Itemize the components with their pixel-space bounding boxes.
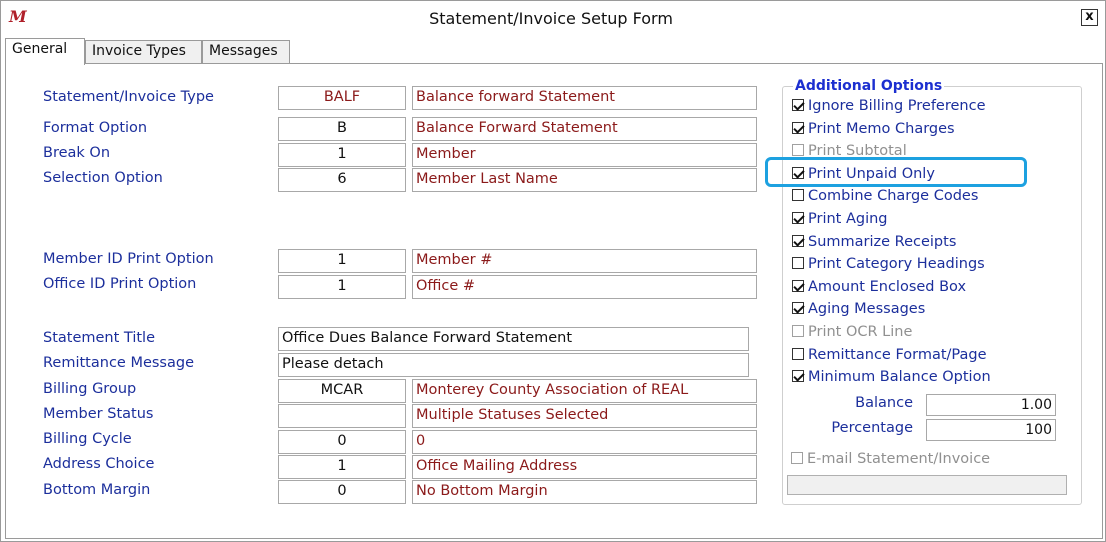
tab-invoice-types[interactable]: Invoice Types xyxy=(85,40,202,64)
email-address-input[interactable] xyxy=(787,475,1067,495)
member-id-print-description: Member # xyxy=(412,249,757,273)
percentage-input[interactable]: 100 xyxy=(926,419,1056,441)
member-id-print-label: Member ID Print Option xyxy=(43,251,214,267)
amount-enclosed-box-checkbox[interactable]: Amount Enclosed Box xyxy=(792,279,966,295)
member-status-label: Member Status xyxy=(43,406,154,422)
highlight-outline xyxy=(765,157,1027,187)
ignore-billing-preference-checkbox[interactable]: Ignore Billing Preference xyxy=(792,98,986,114)
checked-checkbox-icon xyxy=(792,99,804,111)
remittance-message-input[interactable]: Please detach xyxy=(278,353,749,377)
combine-charge-codes-checkbox[interactable]: Combine Charge Codes xyxy=(792,188,978,204)
aging-messages-label: Aging Messages xyxy=(808,301,926,318)
balance-label: Balance xyxy=(855,395,913,411)
minimum-balance-option-checkbox[interactable]: Minimum Balance Option xyxy=(792,369,991,385)
print-category-headings-label: Print Category Headings xyxy=(808,256,985,273)
tab-general[interactable]: General xyxy=(5,38,85,65)
checkbox-icon xyxy=(792,347,804,360)
additional-options-title: Additional Options xyxy=(793,78,945,94)
format-option-label: Format Option xyxy=(43,120,148,136)
statement-type-label: Statement/Invoice Type xyxy=(43,89,214,105)
checked-checkbox-icon xyxy=(792,212,804,224)
print-ocr-line-checkbox[interactable]: Print OCR Line xyxy=(792,324,912,340)
email-statement-checkbox[interactable]: E-mail Statement/Invoice xyxy=(791,451,990,467)
format-option-input[interactable]: B xyxy=(278,117,406,141)
checkbox-icon xyxy=(792,325,804,337)
combine-charge-codes-label: Combine Charge Codes xyxy=(808,188,979,205)
checkbox-icon xyxy=(792,144,804,157)
checked-checkbox-icon xyxy=(792,302,804,315)
print-category-headings-checkbox[interactable]: Print Category Headings xyxy=(792,256,985,272)
title-bar: M Statement/Invoice Setup Form x xyxy=(1,1,1105,37)
summarize-receipts-label: Summarize Receipts xyxy=(808,233,957,250)
checked-checkbox-icon xyxy=(792,279,804,292)
office-id-print-label: Office ID Print Option xyxy=(43,276,197,292)
billing-cycle-description: 0 xyxy=(412,430,757,454)
selection-option-label: Selection Option xyxy=(43,170,163,186)
setup-form-window: M Statement/Invoice Setup Form x General… xyxy=(0,0,1106,542)
amount-enclosed-box-label: Amount Enclosed Box xyxy=(808,278,967,295)
remittance-message-label: Remittance Message xyxy=(43,355,194,371)
minimum-balance-option-label: Minimum Balance Option xyxy=(808,369,991,386)
checked-checkbox-icon xyxy=(792,121,804,134)
selection-option-input[interactable]: 6 xyxy=(278,168,406,192)
billing-group-input[interactable]: MCAR xyxy=(278,379,406,403)
address-choice-description: Office Mailing Address xyxy=(412,455,757,479)
member-status-input[interactable] xyxy=(278,404,406,428)
close-button[interactable]: x xyxy=(1081,9,1098,26)
break-on-description: Member xyxy=(412,143,757,167)
checkbox-icon xyxy=(791,452,803,464)
aging-messages-checkbox[interactable]: Aging Messages xyxy=(792,301,925,317)
statement-title-input[interactable]: Office Dues Balance Forward Statement xyxy=(278,327,749,351)
office-id-print-description: Office # xyxy=(412,275,757,299)
email-statement-label: E-mail Statement/Invoice xyxy=(807,451,991,467)
office-id-print-input[interactable]: 1 xyxy=(278,275,406,299)
billing-group-label: Billing Group xyxy=(43,381,137,397)
checked-checkbox-icon xyxy=(792,234,804,247)
summarize-receipts-checkbox[interactable]: Summarize Receipts xyxy=(792,234,956,250)
print-memo-charges-label: Print Memo Charges xyxy=(808,120,955,137)
percentage-label: Percentage xyxy=(831,420,913,436)
break-on-input[interactable]: 1 xyxy=(278,143,406,167)
print-aging-label: Print Aging xyxy=(808,211,888,227)
general-tab-panel: Statement/Invoice Type BALF Balance forw… xyxy=(5,63,1103,539)
print-memo-charges-checkbox[interactable]: Print Memo Charges xyxy=(792,121,955,137)
statement-title-label: Statement Title xyxy=(43,330,155,346)
checked-checkbox-icon xyxy=(792,370,804,383)
statement-type-code-input[interactable]: BALF xyxy=(278,86,406,110)
ignore-billing-preference-label: Ignore Billing Preference xyxy=(808,98,986,114)
member-id-print-input[interactable]: 1 xyxy=(278,249,406,273)
print-aging-checkbox[interactable]: Print Aging xyxy=(792,211,888,227)
billing-group-description: Monterey County Association of REAL xyxy=(412,379,757,403)
checkbox-icon xyxy=(792,257,804,270)
address-choice-label: Address Choice xyxy=(43,456,155,472)
bottom-margin-description: No Bottom Margin xyxy=(412,480,757,504)
format-option-description: Balance Forward Statement xyxy=(412,117,757,141)
billing-cycle-input[interactable]: 0 xyxy=(278,430,406,454)
break-on-label: Break On xyxy=(43,145,111,161)
remittance-format-page-checkbox[interactable]: Remittance Format/Page xyxy=(792,347,987,363)
statement-type-description: Balance forward Statement xyxy=(412,86,757,110)
address-choice-input[interactable]: 1 xyxy=(278,455,406,479)
bottom-margin-input[interactable]: 0 xyxy=(278,480,406,504)
selection-option-description: Member Last Name xyxy=(412,168,757,192)
balance-input[interactable]: 1.00 xyxy=(926,394,1056,416)
remittance-format-page-label: Remittance Format/Page xyxy=(808,346,987,363)
checkbox-icon xyxy=(792,189,804,202)
window-title: Statement/Invoice Setup Form xyxy=(429,9,673,28)
billing-cycle-label: Billing Cycle xyxy=(43,431,132,447)
additional-options-group: Additional Options Ignore Billing Prefer… xyxy=(782,78,1082,505)
print-ocr-line-label: Print OCR Line xyxy=(808,324,913,340)
member-status-description: Multiple Statuses Selected xyxy=(412,404,757,428)
tab-messages[interactable]: Messages xyxy=(202,40,290,64)
bottom-margin-label: Bottom Margin xyxy=(43,482,151,498)
